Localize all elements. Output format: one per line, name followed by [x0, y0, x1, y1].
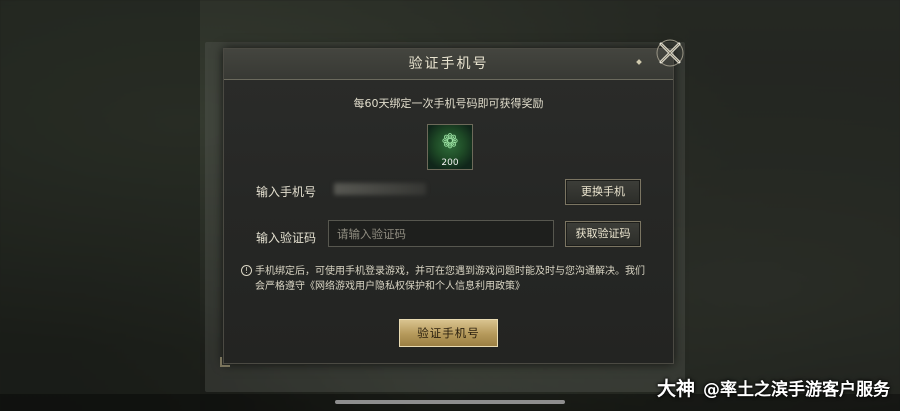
phone-label: 输入手机号 — [256, 185, 317, 199]
reward-item[interactable]: ❁ 200 — [427, 124, 473, 170]
masked-phone-number — [334, 183, 426, 195]
background-left-panel — [0, 0, 200, 411]
code-label: 输入验证码 — [256, 231, 317, 245]
corner-ornament-icon — [220, 357, 230, 367]
dialog-header: 验证手机号 — [224, 49, 673, 80]
reward-subtitle: 每60天绑定一次手机号码即可获得奖励 — [353, 97, 544, 110]
verify-phone-button[interactable]: 验证手机号 — [399, 319, 498, 347]
exclamation-icon: ! — [241, 265, 252, 276]
reward-count: 200 — [441, 158, 459, 168]
background-right-panel — [680, 0, 900, 411]
privacy-notice: ! 手机绑定后，可使用手机登录游戏，并可在您遇到游戏问题时能及时与您沟通解决。我… — [241, 264, 652, 294]
diamond-ornament-icon — [636, 59, 642, 65]
jade-coin-icon: ❁ — [441, 129, 459, 153]
watermark-brand: 大神 — [656, 378, 695, 400]
verify-phone-dialog: 验证手机号 每60天绑定一次手机号码即可获得奖励 ❁ 200 输入手机号 更换手… — [220, 48, 674, 367]
verification-code-input[interactable] — [328, 220, 554, 247]
notice-text: 手机绑定后，可使用手机登录游戏，并可在您遇到游戏问题时能及时与您沟通解决。我们会… — [255, 266, 645, 292]
dialog-title: 验证手机号 — [408, 56, 489, 72]
watermark: 大神 @率土之滨手游客户服务 — [657, 374, 890, 401]
close-icon[interactable] — [655, 38, 685, 68]
get-code-button[interactable]: 获取验证码 — [565, 221, 641, 247]
change-phone-button[interactable]: 更换手机 — [565, 179, 641, 205]
home-indicator[interactable] — [335, 400, 565, 404]
watermark-text: @率土之滨手游客户服务 — [703, 380, 890, 400]
